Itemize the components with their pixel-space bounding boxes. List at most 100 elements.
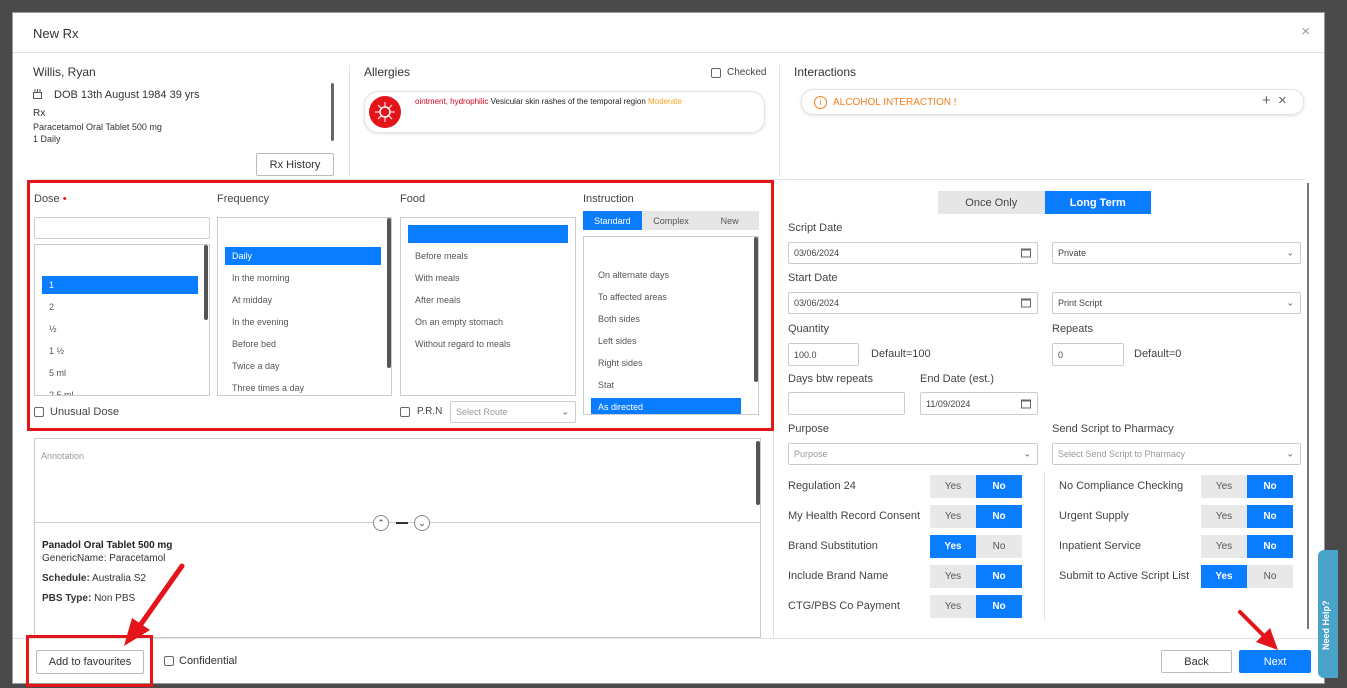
allergies-checked-checkbox[interactable] (711, 68, 721, 78)
next-button[interactable]: Next (1239, 650, 1311, 673)
modal-header: New Rx × (13, 13, 1324, 53)
yes-option[interactable]: Yes (1201, 535, 1247, 558)
allergy-severity: Moderate (648, 97, 682, 106)
resize-handle[interactable] (396, 522, 408, 524)
dose-option[interactable]: 1 (42, 276, 198, 294)
no-option[interactable]: No (1247, 505, 1293, 528)
toggle-label: No Compliance Checking (1059, 480, 1184, 492)
script-date-input[interactable]: 03/06/2024 (788, 242, 1038, 264)
collapse-up-icon[interactable]: ⌃ (373, 515, 389, 531)
quantity-input[interactable]: 100.0 (788, 343, 859, 366)
food-option[interactable]: Before meals (408, 247, 468, 265)
instruction-option[interactable]: Stat (591, 376, 614, 394)
collapse-down-icon[interactable]: ⌄ (414, 515, 430, 531)
prn-checkbox[interactable] (400, 407, 410, 417)
toggle-label: Regulation 24 (788, 480, 856, 492)
new-rx-modal: New Rx × Willis, Ryan DOB 13th August 19… (12, 12, 1326, 687)
rx-drug: Paracetamol Oral Tablet 500 mg (33, 122, 162, 132)
yes-option[interactable]: Yes (930, 505, 976, 528)
frequency-option[interactable]: In the evening (225, 313, 289, 331)
once-only-button[interactable]: Once Only (938, 191, 1045, 214)
annotation-scrollbar[interactable] (756, 441, 760, 505)
no-option[interactable]: No (1247, 535, 1293, 558)
confidential-checkbox[interactable] (164, 656, 174, 666)
yes-option[interactable]: Yes (1201, 565, 1247, 588)
form-scrollbar[interactable] (1307, 183, 1309, 629)
repeats-label: Repeats (1052, 323, 1093, 335)
send-pharmacy-select[interactable]: Select Send Script to Pharmacy ⌄ (1052, 443, 1301, 465)
food-option[interactable]: With meals (408, 269, 460, 287)
no-option[interactable]: No (976, 505, 1022, 528)
annotation-placeholder[interactable]: Annotation (41, 451, 84, 461)
dose-input[interactable] (34, 217, 210, 239)
long-term-button[interactable]: Long Term (1044, 191, 1151, 214)
frequency-option[interactable]: Before bed (225, 335, 276, 353)
tab-standard[interactable]: Standard (583, 211, 642, 230)
instruction-option[interactable]: Right sides (591, 354, 643, 372)
close-icon[interactable]: × (1301, 23, 1310, 40)
patient-dob: DOB 13th August 1984 39 yrs (54, 89, 200, 101)
dose-option[interactable]: 1 ½ (42, 342, 64, 360)
frequency-option[interactable]: Daily (225, 247, 381, 265)
add-icon[interactable]: + (1262, 92, 1271, 109)
toggle-label: Submit to Active Script List (1059, 570, 1190, 582)
end-date-input[interactable]: 11/09/2024 (920, 392, 1038, 415)
unusual-dose-label: Unusual Dose (50, 406, 120, 418)
route-select[interactable]: Select Route ⌄ (450, 401, 576, 423)
food-option[interactable]: Without regard to meals (408, 335, 511, 353)
yes-option[interactable]: Yes (930, 565, 976, 588)
no-option[interactable]: No (1247, 475, 1293, 498)
frequency-option[interactable]: In the morning (225, 269, 290, 287)
schedule: Schedule: Australia S2 (42, 573, 146, 584)
calendar-icon[interactable] (1021, 399, 1031, 408)
frequency-scrollbar[interactable] (387, 218, 391, 368)
no-option[interactable]: No (976, 595, 1022, 618)
add-to-favourites-button[interactable]: Add to favourites (36, 650, 144, 674)
tab-complex[interactable]: Complex (641, 211, 701, 230)
dose-option[interactable]: 2.5 ml (42, 386, 74, 395)
instruction-option[interactable]: To affected areas (591, 288, 667, 306)
dose-scrollbar[interactable] (204, 245, 208, 320)
tab-new[interactable]: New (700, 211, 760, 230)
instruction-option[interactable]: As directed (591, 398, 741, 414)
rx-history-button[interactable]: Rx History (256, 153, 334, 176)
no-option[interactable]: No (976, 565, 1022, 588)
frequency-option[interactable]: At midday (225, 291, 272, 309)
drug-name: Panadol Oral Tablet 500 mg (42, 540, 173, 551)
patient-scrollbar[interactable] (331, 83, 334, 141)
no-option[interactable]: No (976, 475, 1022, 498)
dose-option[interactable]: 5 ml (42, 364, 66, 382)
chevron-down-icon: ⌄ (1286, 247, 1294, 258)
instruction-option[interactable]: Left sides (591, 332, 637, 350)
instruction-option[interactable]: On alternate days (591, 266, 669, 284)
dose-option[interactable]: ½ (42, 320, 57, 338)
repeats-input[interactable]: 0 (1052, 343, 1124, 366)
rx-frequency: 1 Daily (33, 134, 61, 144)
no-option[interactable]: No (976, 535, 1022, 558)
no-option[interactable]: No (1247, 565, 1293, 588)
food-option[interactable]: On an empty stomach (408, 313, 503, 331)
instruction-scrollbar[interactable] (754, 237, 758, 382)
frequency-option[interactable]: Three times a day (225, 379, 304, 395)
calendar-icon[interactable] (1021, 298, 1031, 308)
yes-option[interactable]: Yes (930, 475, 976, 498)
unusual-dose-checkbox[interactable] (34, 407, 44, 417)
yes-option[interactable]: Yes (1201, 505, 1247, 528)
instruction-option[interactable]: Both sides (591, 310, 640, 328)
dose-option[interactable]: 2 (42, 298, 54, 316)
yes-option[interactable]: Yes (930, 535, 976, 558)
yes-option[interactable]: Yes (930, 595, 976, 618)
frequency-option[interactable]: Twice a day (225, 357, 280, 375)
need-help-tab[interactable]: Need Help? (1318, 550, 1338, 678)
payer-select[interactable]: Private ⌄ (1052, 242, 1301, 264)
start-date-input[interactable]: 03/06/2024 (788, 292, 1038, 314)
dismiss-icon[interactable]: × (1278, 92, 1287, 109)
back-button[interactable]: Back (1161, 650, 1232, 673)
calendar-icon[interactable] (1021, 248, 1031, 258)
food-option[interactable]: After meals (408, 291, 461, 309)
yes-option[interactable]: Yes (1201, 475, 1247, 498)
food-option-selected[interactable] (408, 225, 568, 243)
days-btw-input[interactable] (788, 392, 905, 415)
purpose-select[interactable]: Purpose ⌄ (788, 443, 1038, 465)
script-type-select[interactable]: Print Script ⌄ (1052, 292, 1301, 314)
